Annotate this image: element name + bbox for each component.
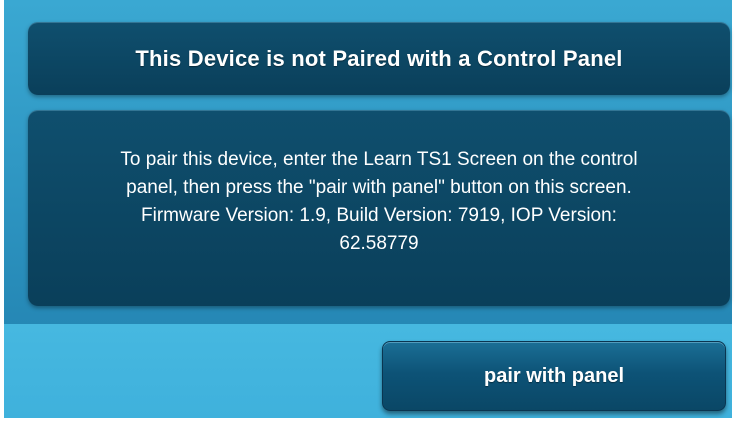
title-panel: This Device is not Paired with a Control… — [28, 22, 730, 95]
info-panel: To pair this device, enter the Learn TS1… — [28, 110, 730, 306]
pair-button-label: pair with panel — [483, 364, 625, 387]
device-screen: This Device is not Paired with a Control… — [4, 0, 732, 418]
instruction-line-1: To pair this device, enter the Learn TS1… — [120, 149, 638, 170]
pairing-instructions: To pair this device, enter the Learn TS1… — [120, 146, 637, 258]
instruction-line-2: panel, then press the "pair with panel" … — [126, 177, 632, 198]
version-line-2: 62.58779 — [339, 233, 419, 254]
version-line-1: Firmware Version: 1.9, Build Version: 79… — [141, 205, 617, 226]
pair-with-panel-button[interactable]: pair with panel — [382, 341, 726, 411]
pairing-status-title: This Device is not Paired with a Control… — [135, 45, 623, 71]
